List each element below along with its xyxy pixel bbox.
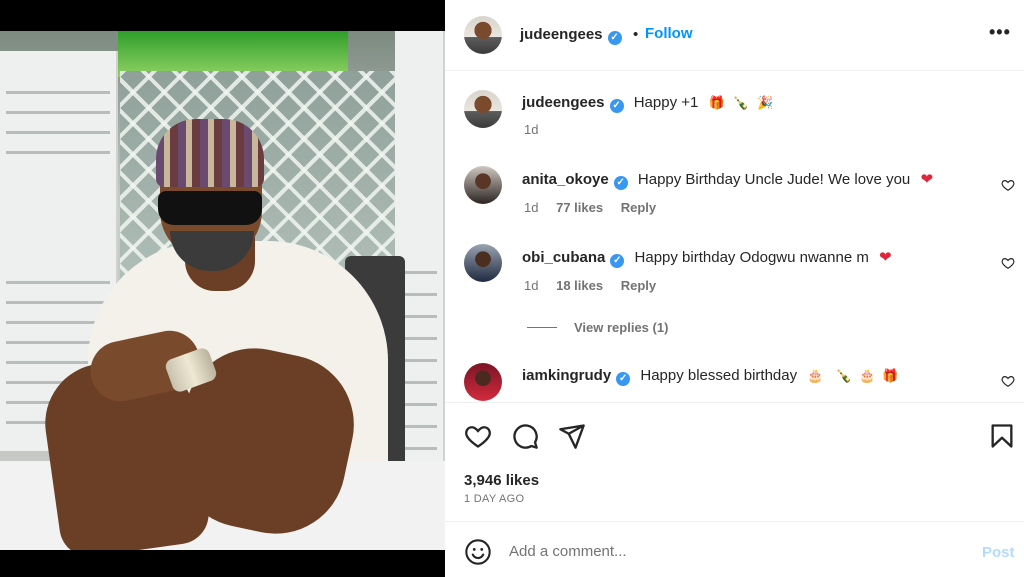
comment-icon[interactable]	[511, 422, 539, 450]
comment-username[interactable]: iamkingrudy	[522, 367, 611, 384]
comment-like-heart-icon[interactable]	[1001, 374, 1015, 388]
caption-username[interactable]: judeengees	[522, 94, 605, 111]
verified-badge-icon: ✓	[609, 99, 624, 113]
red-heart-emoji: ❤	[920, 170, 934, 188]
champagne-emoji: 🍾	[835, 369, 852, 384]
comment-row: anita_okoye ✓ Happy Birthday Uncle Jude! …	[522, 170, 933, 190]
comment-meta: 1d 77 likes Reply	[524, 200, 656, 215]
comment-time[interactable]: 1d	[524, 278, 538, 293]
author-username[interactable]: judeengees	[520, 26, 603, 43]
comment-meta: 1d 18 likes Reply	[524, 278, 656, 293]
comment-avatar[interactable]	[464, 363, 502, 401]
caption-time[interactable]: 1d	[524, 122, 538, 137]
reply-button[interactable]: Reply	[621, 278, 656, 293]
caption-avatar[interactable]	[464, 90, 502, 128]
cake-emoji: 🎂	[807, 369, 824, 384]
comment-avatar[interactable]	[464, 166, 502, 204]
post-actions: 3,946 likes 1 DAY AGO	[445, 404, 1024, 522]
champagne-emoji: 🍾	[732, 96, 750, 111]
comment-time[interactable]: 1d	[524, 200, 538, 215]
comment-text: Happy Birthday Uncle Jude! We love you	[637, 171, 911, 188]
author-username-row[interactable]: judeengees ✓	[520, 26, 622, 45]
comment-text: Happy birthday Odogwu nwanne m	[634, 249, 869, 266]
share-icon[interactable]	[558, 422, 586, 450]
photo-person-cap	[156, 119, 264, 187]
post-detail-panel: judeengees ✓ • Follow ••• judeengees ✓ Hap…	[445, 0, 1024, 577]
caption-text: Happy +1	[633, 94, 699, 111]
post-media-pane	[0, 0, 445, 577]
add-comment-bar: Post	[445, 523, 1024, 577]
comment-input[interactable]	[509, 539, 969, 563]
comment-row: obi_cubana ✓ Happy birthday Odogwu nwanne…	[522, 248, 892, 268]
comment-likes[interactable]: 77 likes	[556, 200, 603, 215]
post-date[interactable]: 1 DAY AGO	[464, 493, 524, 505]
comment-like-heart-icon[interactable]	[1001, 256, 1015, 270]
gift-emoji: 🎁	[882, 369, 899, 384]
bookmark-icon[interactable]	[988, 422, 1016, 450]
view-replies-line	[527, 327, 557, 328]
post-photo[interactable]	[0, 31, 445, 550]
verified-badge-icon: ✓	[607, 31, 622, 45]
post-button[interactable]: Post	[982, 544, 1015, 561]
reply-button[interactable]: Reply	[621, 200, 656, 215]
gift-emoji: 🎁	[708, 96, 725, 111]
comment-text: Happy blessed birthday	[640, 367, 798, 384]
comment-avatar[interactable]	[464, 244, 502, 282]
emoji-icon[interactable]	[464, 538, 492, 566]
verified-badge-icon: ✓	[610, 254, 625, 268]
author-avatar[interactable]	[464, 16, 502, 54]
party-popper-emoji: 🎉	[757, 96, 774, 111]
comment-likes[interactable]: 18 likes	[556, 278, 603, 293]
header-separator: •	[633, 26, 639, 43]
post-header: judeengees ✓ • Follow •••	[445, 0, 1024, 71]
more-options-icon[interactable]: •••	[989, 22, 1011, 43]
follow-button[interactable]: Follow	[645, 25, 693, 42]
caption-row: judeengees ✓ Happy +1 🎁 🍾 🎉	[522, 94, 773, 113]
red-heart-emoji: ❤	[879, 248, 892, 266]
comment-username[interactable]: anita_okoye	[522, 171, 609, 188]
verified-badge-icon: ✓	[613, 176, 628, 190]
comment-like-heart-icon[interactable]	[1001, 178, 1015, 192]
cake-emoji: 🎂	[859, 369, 876, 384]
comment-row: iamkingrudy ✓ Happy blessed birthday 🎂 🍾 …	[522, 367, 899, 386]
comment-username[interactable]: obi_cubana	[522, 249, 605, 266]
comments-list[interactable]: judeengees ✓ Happy +1 🎁 🍾 🎉 1d anita_okoy…	[445, 72, 1024, 403]
heart-icon[interactable]	[464, 422, 492, 450]
like-count[interactable]: 3,946 likes	[464, 472, 539, 489]
view-replies-button[interactable]: View replies (1)	[574, 320, 668, 335]
photo-person-sunglasses	[158, 191, 262, 225]
verified-badge-icon: ✓	[616, 372, 631, 386]
